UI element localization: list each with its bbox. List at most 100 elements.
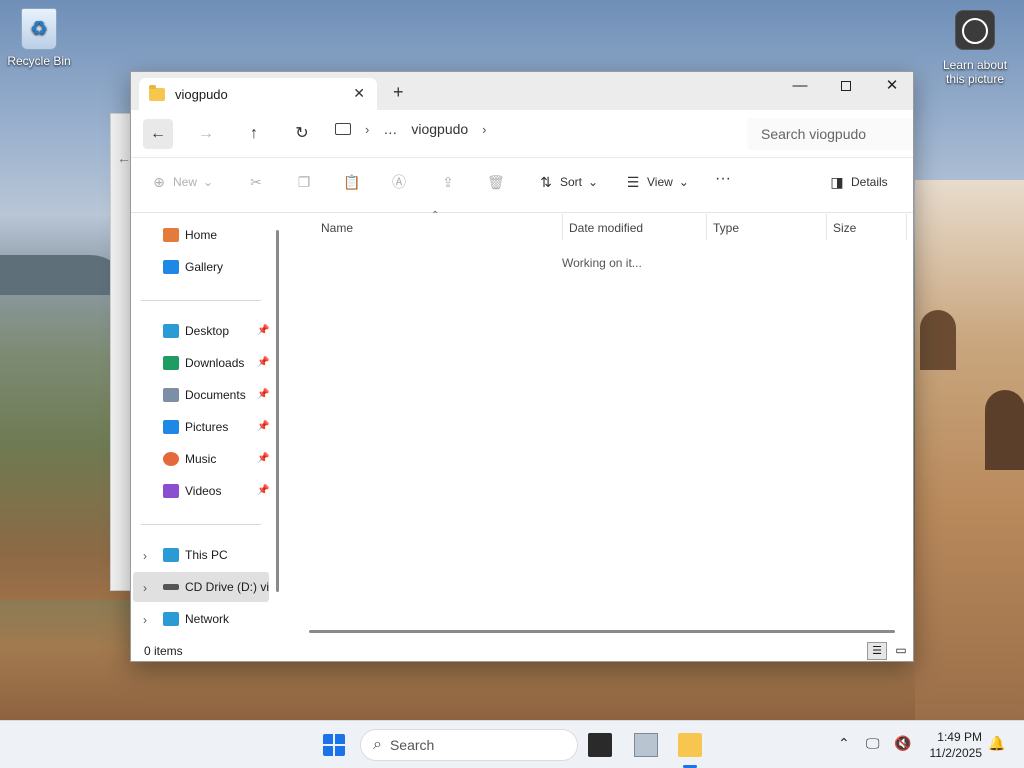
horizontal-scrollbar[interactable] xyxy=(309,630,895,633)
network-icon xyxy=(163,612,179,626)
sidebar-item-label: Gallery xyxy=(185,260,224,274)
tab-title: viogpudo xyxy=(175,86,228,102)
pin-icon[interactable]: 📌 xyxy=(257,453,269,464)
background-arch xyxy=(920,310,956,370)
app-icon[interactable] xyxy=(634,733,658,757)
sidebar-item-downloads[interactable]: Downloads xyxy=(163,351,244,375)
sidebar-item-cd-drive[interactable]: CD Drive (D:) vir xyxy=(163,575,269,599)
breadcrumb[interactable]: › … viogpudo › xyxy=(335,121,487,137)
notification-icon[interactable]: 🔔 xyxy=(988,735,1005,752)
desktop-icon-recycle-bin[interactable]: ♻ Recycle Bin xyxy=(4,8,74,68)
sidebar-item-gallery[interactable]: Gallery xyxy=(163,255,223,279)
command-bar: ⊕ New ⌄ ✂ ❐ 📋 Ⓐ ⇪ 🗑 ⇅ Sort ⌄ ☰ View ⌄ ··… xyxy=(131,158,913,213)
rename-button[interactable]: Ⓐ xyxy=(391,174,407,190)
expand-chevron-icon[interactable]: › xyxy=(143,549,147,563)
up-button[interactable]: ↑ xyxy=(239,119,269,149)
sidebar-item-videos[interactable]: Videos xyxy=(163,479,221,503)
background-window[interactable]: ← xyxy=(110,113,132,591)
column-divider[interactable] xyxy=(562,214,563,240)
sidebar-item-this-pc[interactable]: This PC xyxy=(163,543,228,567)
column-divider[interactable] xyxy=(706,214,707,240)
breadcrumb-item-viogpudo[interactable]: viogpudo xyxy=(411,121,468,137)
view-button[interactable]: ☰ View ⌄ xyxy=(625,174,689,190)
sidebar-item-network[interactable]: Network xyxy=(163,607,229,631)
taskbar-search[interactable]: ⌕ Search xyxy=(360,729,578,761)
paste-button[interactable]: 📋 xyxy=(343,174,360,190)
column-divider[interactable] xyxy=(906,214,907,240)
column-header-size[interactable]: Size xyxy=(833,221,856,235)
videos-icon xyxy=(163,484,179,498)
background-arch xyxy=(985,390,1024,470)
sidebar-item-home[interactable]: Home xyxy=(163,223,217,247)
clock[interactable]: 1:49 PM 11/2/2025 xyxy=(920,729,983,761)
task-view-icon[interactable] xyxy=(588,733,612,757)
chevron-right-icon[interactable]: › xyxy=(365,122,369,137)
network-status-icon[interactable]: 🖵 xyxy=(866,735,880,752)
tiles-icon: ▭ xyxy=(895,643,907,657)
minimize-button[interactable]: — xyxy=(777,72,823,102)
gallery-icon xyxy=(163,260,179,274)
column-header-name[interactable]: Name xyxy=(321,221,353,235)
desktop-icon xyxy=(163,324,179,338)
new-button[interactable]: ⊕ New ⌄ xyxy=(151,174,213,190)
sidebar-item-music[interactable]: Music xyxy=(163,447,216,471)
pin-icon[interactable]: 📌 xyxy=(257,485,269,496)
sidebar-item-label: Videos xyxy=(185,484,222,498)
clock-date: 11/2/2025 xyxy=(929,746,983,760)
navigation-bar: ← → ↑ ↻ › … viogpudo › Search viogpudo xyxy=(131,110,913,158)
plus-circle-icon: ⊕ xyxy=(153,174,165,190)
trash-icon: 🗑 xyxy=(487,174,505,190)
volume-muted-icon[interactable]: 🔇 xyxy=(894,735,911,752)
forward-button[interactable]: → xyxy=(191,119,221,149)
column-header-date-modified[interactable]: Date modified xyxy=(569,221,643,235)
chevron-down-icon: ⌄ xyxy=(203,175,214,189)
pin-icon[interactable]: 📌 xyxy=(257,421,269,432)
share-button[interactable]: ⇪ xyxy=(440,174,456,190)
tiles-view-button[interactable]: ▭ xyxy=(891,642,911,660)
file-explorer-icon[interactable] xyxy=(678,733,702,757)
delete-button[interactable]: 🗑 xyxy=(487,174,505,190)
cut-button[interactable]: ✂ xyxy=(248,174,264,190)
close-window-button[interactable]: ✕ xyxy=(869,72,915,102)
sidebar-item-pictures[interactable]: Pictures xyxy=(163,415,228,439)
sidebar-item-label: Home xyxy=(185,228,218,242)
new-tab-button[interactable]: + xyxy=(393,82,404,103)
sidebar-item-desktop[interactable]: Desktop xyxy=(163,319,229,343)
more-options-button[interactable]: ··· xyxy=(715,170,731,188)
pin-icon[interactable]: 📌 xyxy=(257,357,269,368)
details-view-button[interactable]: ☰ xyxy=(867,642,887,660)
list-icon: ☰ xyxy=(872,645,882,657)
desktop-icon-learn-about-picture[interactable]: Learn about this picture xyxy=(938,10,1012,86)
sort-label: Sort xyxy=(560,175,583,189)
details-pane-button[interactable]: ◨ Details xyxy=(829,174,888,190)
pin-icon[interactable]: 📌 xyxy=(257,325,269,336)
expand-chevron-icon[interactable]: › xyxy=(143,613,147,627)
chevron-right-icon[interactable]: › xyxy=(482,122,486,137)
pin-icon[interactable]: 📌 xyxy=(257,389,269,400)
maximize-button[interactable] xyxy=(823,72,869,102)
divider xyxy=(141,524,261,525)
refresh-button[interactable]: ↻ xyxy=(287,119,317,149)
sidebar-item-documents[interactable]: Documents xyxy=(163,383,246,407)
tab-viogpudo[interactable]: viogpudo ✕ xyxy=(139,78,377,110)
chevron-up-icon[interactable]: ⌃ xyxy=(838,735,850,752)
search-input[interactable]: Search viogpudo xyxy=(747,118,913,150)
sort-button[interactable]: ⇅ Sort ⌄ xyxy=(538,174,598,190)
sort-icon: ⇅ xyxy=(540,174,552,190)
details-label: Details xyxy=(851,175,888,189)
expand-chevron-icon[interactable]: › xyxy=(143,581,147,595)
back-arrow-icon: ← xyxy=(117,150,131,166)
close-tab-icon[interactable]: ✕ xyxy=(353,85,365,102)
breadcrumb-overflow[interactable]: … xyxy=(383,121,397,137)
copy-button[interactable]: ❐ xyxy=(296,174,312,190)
column-divider[interactable] xyxy=(826,214,827,240)
maximize-icon xyxy=(841,81,851,92)
start-button[interactable] xyxy=(323,734,345,756)
sidebar-scrollbar[interactable] xyxy=(276,230,279,592)
chevron-down-icon: ⌄ xyxy=(678,175,689,189)
copy-icon: ❐ xyxy=(297,174,311,190)
back-button[interactable]: ← xyxy=(143,119,173,149)
column-header-type[interactable]: Type xyxy=(713,221,739,235)
share-icon: ⇪ xyxy=(442,174,454,190)
this-pc-icon[interactable] xyxy=(335,123,351,135)
